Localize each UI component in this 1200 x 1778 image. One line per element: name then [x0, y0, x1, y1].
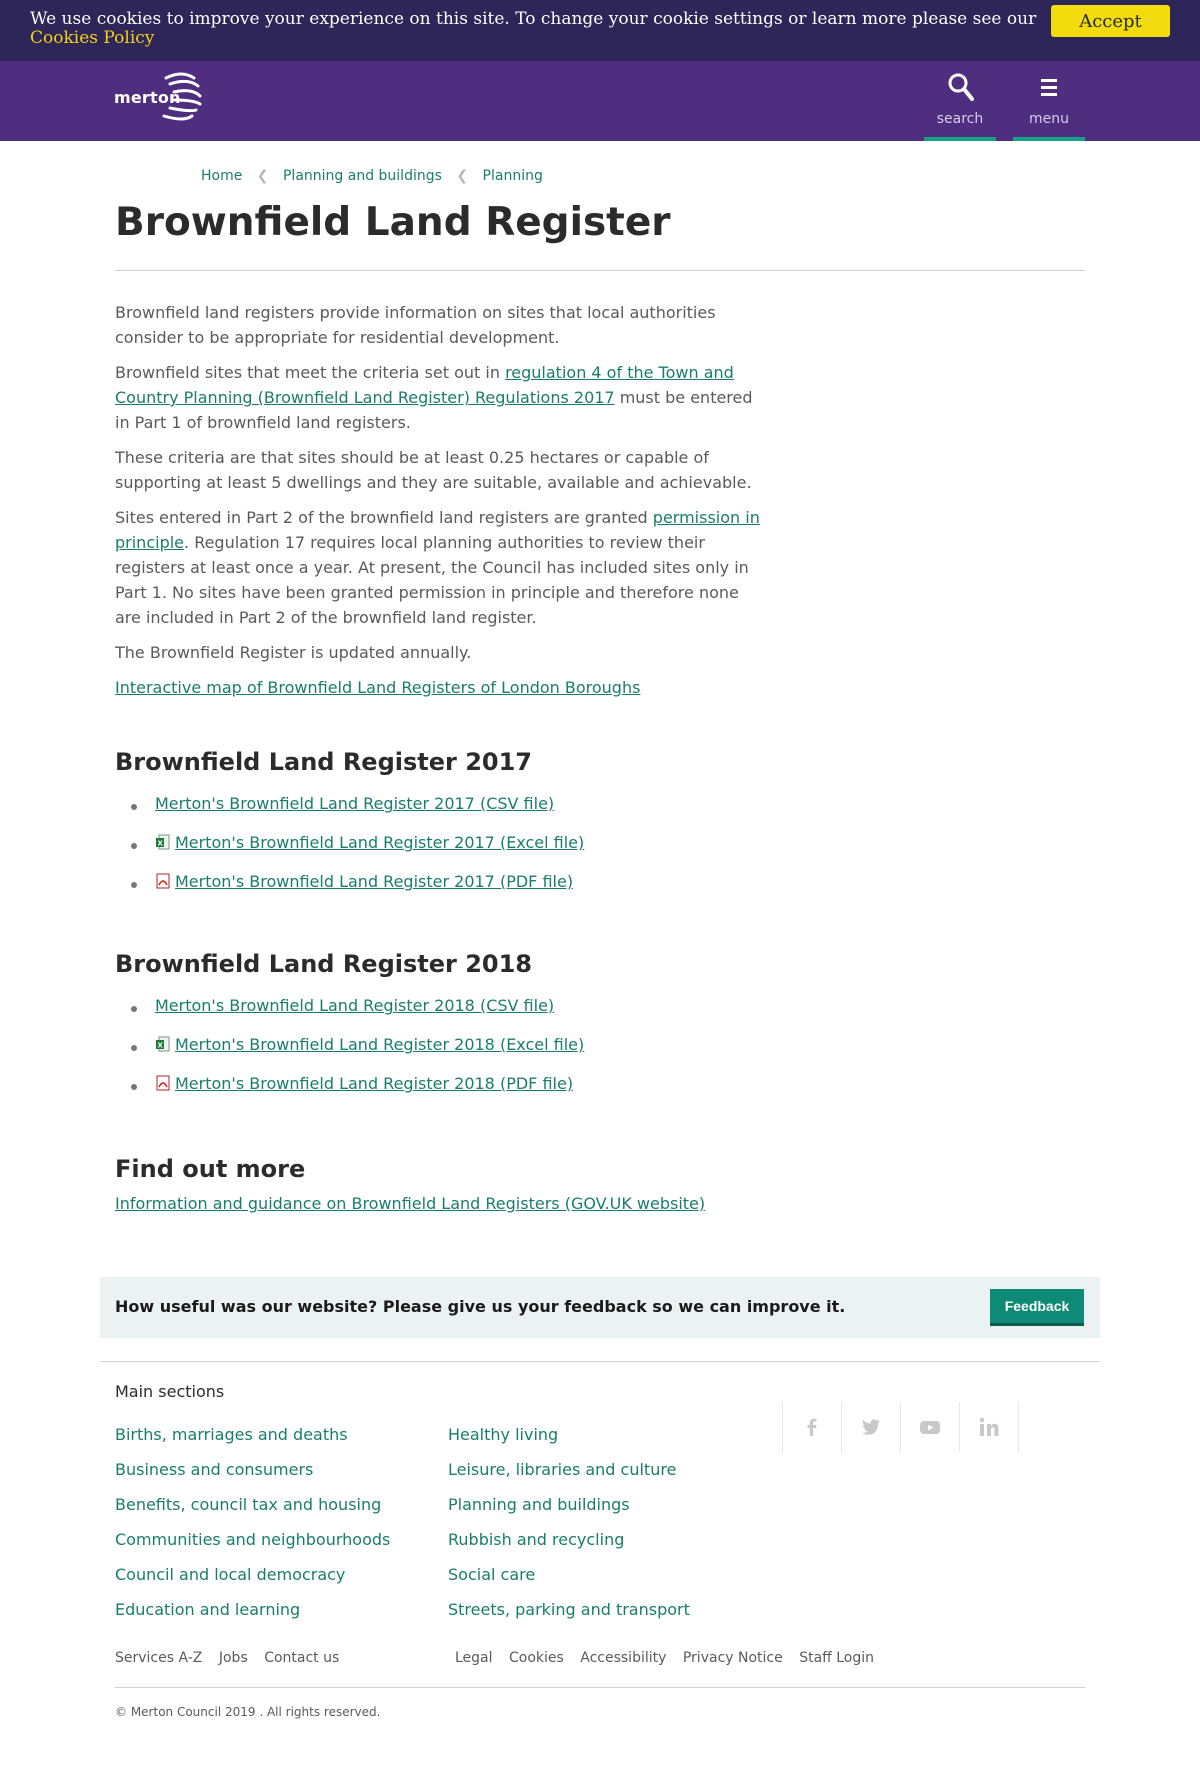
- list-item: Merton's Brownfield Land Register 2017 (…: [115, 872, 584, 911]
- services-a-z-link[interactable]: Services A-Z: [115, 1650, 202, 1666]
- cookie-banner: We use cookies to improve your experienc…: [0, 0, 1200, 61]
- menu-button[interactable]: menu: [1013, 61, 1085, 141]
- register-2018-heading: Brownfield Land Register 2018: [115, 950, 532, 978]
- csv-2017-link[interactable]: Merton's Brownfield Land Register 2017 (…: [155, 794, 554, 813]
- jobs-link[interactable]: Jobs: [219, 1650, 248, 1666]
- svg-text:X: X: [158, 840, 164, 848]
- cookies-link[interactable]: Cookies: [509, 1650, 564, 1666]
- svg-text:X: X: [158, 1042, 164, 1050]
- excel-file-icon: X: [156, 834, 170, 850]
- find-out-more-heading: Find out more: [115, 1155, 306, 1183]
- breadcrumb-planning[interactable]: Planning: [483, 168, 543, 184]
- excel-2018-link[interactable]: Merton's Brownfield Land Register 2018 (…: [175, 1035, 584, 1054]
- copyright: © Merton Council 2019 . All rights reser…: [115, 1705, 381, 1719]
- breadcrumb-planning-and-buildings[interactable]: Planning and buildings: [283, 168, 442, 184]
- search-label: search: [936, 111, 984, 127]
- logo-swirl-icon: [162, 72, 202, 121]
- list-item: Merton's Brownfield Land Register 2017 (…: [115, 794, 584, 833]
- feedback-question: How useful was our website? Please give …: [115, 1297, 846, 1316]
- footer-utility-links: Services A-Z Jobs Contact us: [115, 1650, 351, 1666]
- search-icon: [948, 73, 974, 101]
- interactive-map-link[interactable]: Interactive map of Brownfield Land Regis…: [115, 678, 640, 697]
- chevron-left-icon: ❮: [456, 168, 469, 184]
- facebook-link[interactable]: [782, 1402, 841, 1452]
- youtube-icon: [920, 1421, 940, 1434]
- legal-link[interactable]: Legal: [455, 1650, 493, 1666]
- pdf-2018-link[interactable]: Merton's Brownfield Land Register 2018 (…: [175, 1074, 573, 1093]
- youtube-link[interactable]: [900, 1402, 959, 1452]
- feedback-button[interactable]: Feedback: [990, 1289, 1084, 1326]
- csv-2018-link[interactable]: Merton's Brownfield Land Register 2018 (…: [155, 996, 554, 1015]
- breadcrumb-home[interactable]: Home: [201, 168, 242, 184]
- pdf-file-icon: [156, 1075, 170, 1091]
- menu-label: menu: [1029, 111, 1069, 127]
- accessibility-link[interactable]: Accessibility: [580, 1650, 666, 1666]
- facebook-icon: [807, 1418, 817, 1436]
- part2-paragraph: Sites entered in Part 2 of the brownfiel…: [115, 505, 765, 630]
- linkedin-link[interactable]: [959, 1402, 1019, 1452]
- criteria-paragraph: Brownfield sites that meet the criteria …: [115, 360, 765, 435]
- privacy-notice-link[interactable]: Privacy Notice: [683, 1650, 783, 1666]
- intro-content: Brownfield land registers provide inform…: [115, 300, 765, 710]
- footer-link[interactable]: Business and consumers: [115, 1460, 390, 1495]
- main-sections-col-2: Healthy living Leisure, libraries and cu…: [448, 1425, 690, 1635]
- chevron-left-icon: ❮: [256, 168, 269, 184]
- list-item: Merton's Brownfield Land Register 2018 (…: [115, 996, 584, 1035]
- pdf-2017-link[interactable]: Merton's Brownfield Land Register 2017 (…: [175, 872, 573, 891]
- contact-us-link[interactable]: Contact us: [264, 1650, 339, 1666]
- footer-link[interactable]: Rubbish and recycling: [448, 1530, 690, 1565]
- linkedin-icon: [979, 1417, 999, 1436]
- divider: [100, 1361, 1100, 1362]
- footer-link[interactable]: Leisure, libraries and culture: [448, 1460, 690, 1495]
- main-sections-col-1: Births, marriages and deaths Business an…: [115, 1425, 390, 1635]
- merton-logo[interactable]: merton: [114, 70, 214, 124]
- register-2017-list: Merton's Brownfield Land Register 2017 (…: [115, 794, 584, 911]
- text: Brownfield sites that meet the criteria …: [115, 363, 506, 382]
- text: Sites entered in Part 2 of the brownfiel…: [115, 508, 653, 527]
- gov-uk-guidance-link[interactable]: Information and guidance on Brownfield L…: [115, 1194, 705, 1213]
- text: . Regulation 17 requires local planning …: [115, 533, 749, 627]
- divider: [115, 270, 1085, 271]
- breadcrumb: Home ❮ Planning and buildings ❮ Planning: [201, 168, 543, 184]
- criteria-detail-paragraph: These criteria are that sites should be …: [115, 448, 752, 492]
- footer-link[interactable]: Social care: [448, 1565, 690, 1600]
- excel-2017-link[interactable]: Merton's Brownfield Land Register 2017 (…: [175, 833, 584, 852]
- updated-annually-paragraph: The Brownfield Register is updated annua…: [115, 643, 472, 662]
- footer-legal-links: Legal Cookies Accessibility Privacy Noti…: [455, 1650, 886, 1666]
- footer-link[interactable]: Communities and neighbourhoods: [115, 1530, 390, 1565]
- list-item: Merton's Brownfield Land Register 2018 (…: [115, 1074, 584, 1113]
- main-sections-title: Main sections: [115, 1382, 225, 1401]
- menu-underline: [1013, 137, 1085, 141]
- footer-link[interactable]: Council and local democracy: [115, 1565, 390, 1600]
- pdf-file-icon: [156, 873, 170, 889]
- register-2018-list: Merton's Brownfield Land Register 2018 (…: [115, 996, 584, 1113]
- twitter-link[interactable]: [841, 1402, 900, 1452]
- staff-login-link[interactable]: Staff Login: [799, 1650, 874, 1666]
- list-item: X Merton's Brownfield Land Register 2017 …: [115, 833, 584, 872]
- footer-link[interactable]: Streets, parking and transport: [448, 1600, 690, 1635]
- footer-link[interactable]: Births, marriages and deaths: [115, 1425, 390, 1460]
- register-2017-heading: Brownfield Land Register 2017: [115, 748, 532, 776]
- cookies-policy-link[interactable]: Cookies Policy: [30, 28, 154, 48]
- intro-paragraph: Brownfield land registers provide inform…: [115, 303, 716, 347]
- hamburger-menu-icon: [1041, 79, 1057, 96]
- search-underline: [924, 137, 996, 141]
- accept-cookies-button[interactable]: Accept: [1051, 5, 1170, 37]
- cookie-text: We use cookies to improve your experienc…: [30, 9, 1037, 29]
- site-header: merton search menu: [0, 61, 1200, 141]
- twitter-icon: [862, 1419, 880, 1435]
- footer-link[interactable]: Healthy living: [448, 1425, 690, 1460]
- feedback-banner: How useful was our website? Please give …: [100, 1277, 1100, 1338]
- divider: [115, 1687, 1085, 1688]
- page-title: Brownfield Land Register: [115, 200, 671, 245]
- social-links: [782, 1402, 1019, 1452]
- cookie-message: We use cookies to improve your experienc…: [30, 10, 1050, 48]
- footer-link[interactable]: Education and learning: [115, 1600, 390, 1635]
- footer-link[interactable]: Benefits, council tax and housing: [115, 1495, 390, 1530]
- list-item: X Merton's Brownfield Land Register 2018 …: [115, 1035, 584, 1074]
- search-button[interactable]: search: [924, 61, 996, 141]
- footer-link[interactable]: Planning and buildings: [448, 1495, 690, 1530]
- excel-file-icon: X: [156, 1036, 170, 1052]
